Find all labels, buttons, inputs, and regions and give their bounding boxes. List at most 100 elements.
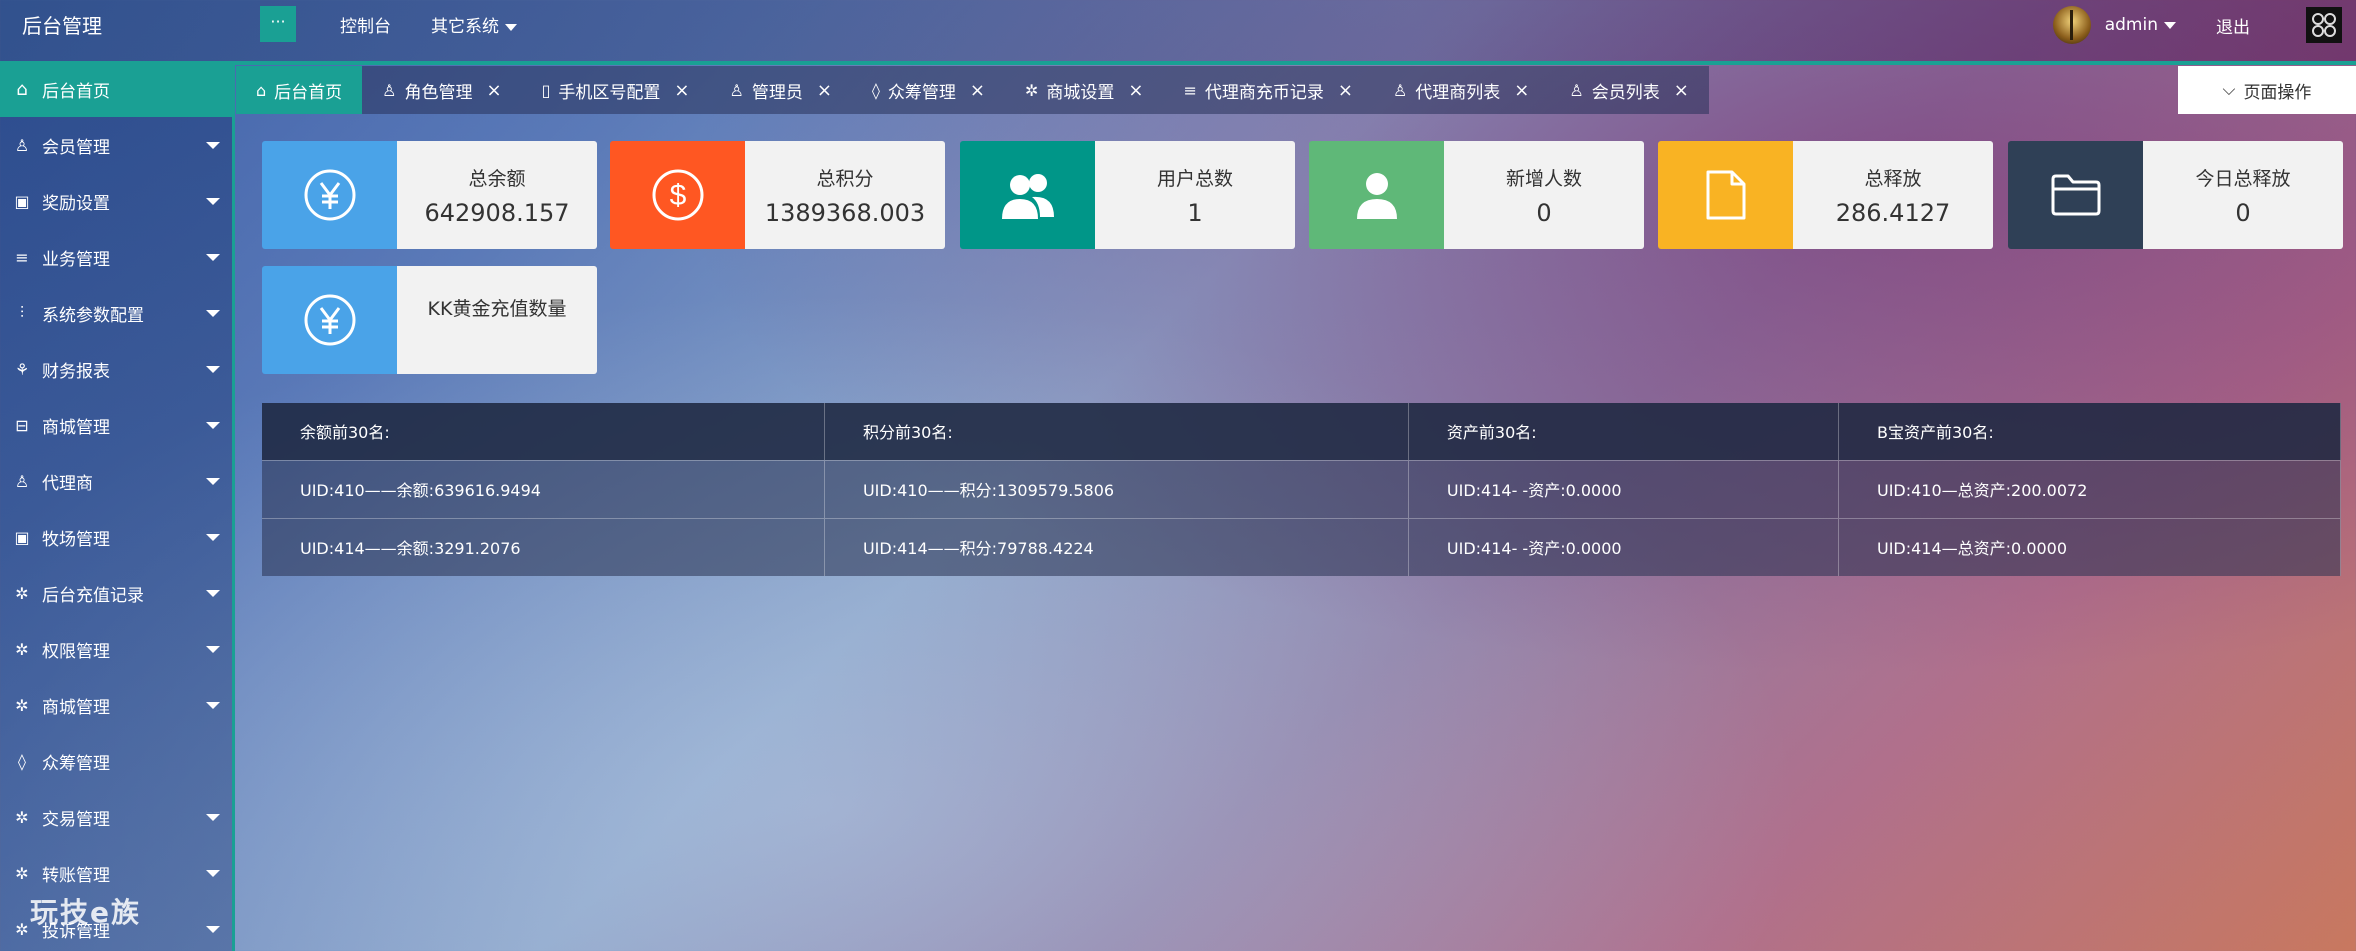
card-label: 今日总释放	[2195, 167, 2291, 190]
table-row: UID:414——余额:3291.2076 UID:414——积分:79788.…	[262, 517, 2342, 576]
tab-member-list[interactable]: ♙ 会员列表 ×	[1549, 66, 1709, 114]
close-icon[interactable]: ×	[1338, 80, 1353, 101]
user-icon: ♙	[14, 471, 30, 491]
stat-card-kk-gold-recharge: KK黄金充值数量	[262, 266, 597, 374]
tab-label: 管理员	[751, 82, 803, 103]
card-value: 0	[2235, 198, 2251, 227]
close-icon[interactable]: ×	[1674, 80, 1689, 101]
caret-down-icon	[206, 814, 220, 821]
gear-icon: ✲	[15, 807, 29, 827]
stat-card-total-points: $ 总积分 1389368.003	[610, 141, 945, 249]
column-header: B宝资产前30名:	[1838, 403, 2342, 460]
tab-agent-list[interactable]: ♙ 代理商列表 ×	[1372, 66, 1550, 114]
close-icon[interactable]: ×	[817, 80, 832, 101]
sidebar-item-recharge-records[interactable]: ✲ 后台充值记录	[0, 565, 232, 621]
yen-icon	[262, 141, 397, 249]
sidebar-item-mall-2[interactable]: ✲ 商城管理	[0, 677, 232, 733]
caret-down-icon	[2164, 21, 2176, 29]
nav-other-systems[interactable]: 其它系统	[431, 12, 517, 37]
card-value: 1	[1187, 198, 1203, 227]
chart-icon: ⚘	[14, 359, 30, 379]
sidebar-item-crowdfunding[interactable]: ◊ 众筹管理	[0, 733, 232, 789]
caret-down-icon	[206, 478, 220, 485]
svg-text:$: $	[669, 179, 686, 212]
menu-toggle-button[interactable]: ···	[260, 6, 296, 42]
gear-icon: ✲	[1024, 80, 1039, 100]
ranking-table: 余额前30名: 积分前30名: 资产前30名: B宝资产前30名: UID:41…	[262, 403, 2342, 576]
sidebar-item-label: 系统参数配置	[42, 305, 144, 326]
sidebar-item-label: 众筹管理	[42, 753, 110, 774]
close-icon[interactable]: ×	[1514, 80, 1529, 101]
sidebar-item-label: 商城管理	[42, 417, 110, 438]
sidebar-item-ranch[interactable]: ▣ 牧场管理	[0, 509, 232, 565]
tab-crowdfunding[interactable]: ◊ 众筹管理 ×	[851, 66, 1005, 114]
tab-admins[interactable]: ♙ 管理员 ×	[709, 66, 852, 114]
tab-label: 众筹管理	[887, 82, 956, 103]
caret-down-icon	[206, 702, 220, 709]
sidebar-item-trading[interactable]: ✲ 交易管理	[0, 789, 232, 845]
gear-icon: ✲	[15, 919, 29, 939]
tab-home[interactable]: ⌂ 后台首页	[236, 66, 363, 114]
sidebar-item-label: 奖励设置	[42, 193, 110, 214]
table-cell: UID:414- -资产:0.0000	[1408, 517, 1839, 576]
avatar[interactable]	[2052, 6, 2091, 44]
card-value: 286.4127	[1835, 198, 1951, 227]
column-header: 资产前30名:	[1408, 403, 1839, 460]
sidebar-item-label: 后台充值记录	[42, 585, 144, 606]
user-area: admin 退出	[2052, 0, 2356, 50]
tab-label: 手机区号配置	[558, 82, 661, 103]
tab-label: 代理商充币记录	[1204, 82, 1324, 103]
sidebar-item-agents[interactable]: ♙ 代理商	[0, 453, 232, 509]
sidebar-item-business[interactable]: ≡ 业务管理	[0, 229, 232, 285]
close-icon[interactable]: ×	[1128, 80, 1143, 101]
sidebar-item-finance[interactable]: ⚘ 财务报表	[0, 341, 232, 397]
sidebar-item-mall[interactable]: ⊟ 商城管理	[0, 397, 232, 453]
tab-label: 后台首页	[274, 82, 343, 103]
drops-icon: ◊	[871, 80, 880, 100]
close-icon[interactable]: ×	[674, 80, 689, 101]
card-label: KK黄金充值数量	[427, 298, 567, 320]
user-menu[interactable]: admin	[2105, 15, 2176, 35]
close-icon[interactable]: ×	[487, 80, 502, 101]
sidebar-item-permissions[interactable]: ✲ 权限管理	[0, 621, 232, 677]
gear-icon: ✲	[15, 863, 29, 883]
stat-card-total-release: 总释放 286.4127	[1658, 141, 1993, 249]
caret-down-icon	[206, 534, 220, 541]
close-icon[interactable]: ×	[970, 80, 985, 101]
top-nav: 控制台 其它系统	[340, 12, 517, 37]
sidebar-item-label: 代理商	[42, 473, 93, 494]
chevron-down-icon: ⌵	[2222, 80, 2236, 100]
table-cell: UID:410——余额:639616.9494	[262, 459, 825, 518]
table-cell: UID:414—总资产:0.0000	[1838, 517, 2342, 576]
caret-down-icon	[206, 646, 220, 653]
user-icon: ♙	[14, 135, 30, 155]
sidebar-item-label: 财务报表	[42, 361, 110, 382]
tab-agent-recharge[interactable]: ≡ 代理商充币记录 ×	[1163, 66, 1373, 114]
home-icon: ⌂	[256, 80, 267, 100]
nav-console[interactable]: 控制台	[340, 12, 391, 37]
tab-phone-codes[interactable]: ▯ 手机区号配置 ×	[521, 66, 710, 114]
sidebar-item-members[interactable]: ♙ 会员管理	[0, 117, 232, 173]
tab-mall-settings[interactable]: ✲ 商城设置 ×	[1004, 66, 1164, 114]
stat-card-new-users: 新增人数 0	[1309, 141, 1644, 249]
sidebar-item-system-params[interactable]: ⫶ 系统参数配置	[0, 285, 232, 341]
folder-icon	[2008, 141, 2143, 249]
page-ops-label: 页面操作	[2243, 82, 2312, 103]
logout-link[interactable]: 退出	[2216, 13, 2250, 38]
gear-icon: ✲	[15, 583, 29, 603]
page-operations-button[interactable]: ⌵ 页面操作	[2178, 66, 2356, 114]
card-label: 新增人数	[1505, 167, 1582, 190]
sidebar-item-label: 权限管理	[42, 641, 110, 662]
users-icon	[960, 141, 1095, 249]
sidebar: ⌂ 后台首页 ♙ 会员管理 ▣ 奖励设置 ≡ 业务管理 ⫶ 系统参数配置 ⚘ 财务报表 ⊟…	[0, 61, 235, 951]
tab-roles[interactable]: ♙ 角色管理 ×	[362, 66, 522, 114]
sidebar-item-label: 转账管理	[42, 865, 110, 886]
card-value: 0	[1536, 198, 1552, 227]
column-header: 余额前30名:	[262, 403, 825, 460]
user-cog-icon: ♙	[382, 80, 397, 100]
phone-icon: ▯	[541, 80, 551, 100]
brand-logo-icon	[2306, 7, 2342, 43]
user-icon: ♙	[729, 80, 744, 100]
sidebar-item-home[interactable]: ⌂ 后台首页	[0, 61, 232, 117]
sidebar-item-rewards[interactable]: ▣ 奖励设置	[0, 173, 232, 229]
